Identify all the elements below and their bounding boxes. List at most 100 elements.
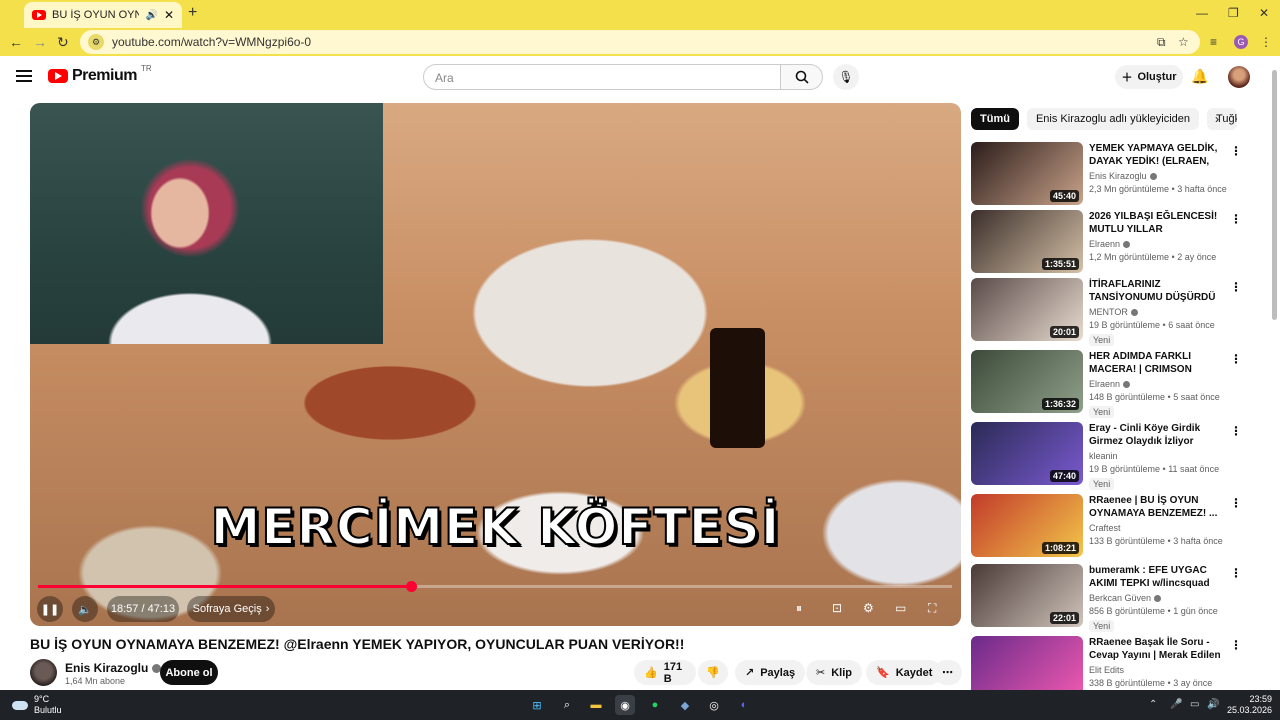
new-tab-button[interactable]: + — [188, 4, 197, 22]
save-button[interactable]: 🔖 Kaydet — [866, 660, 943, 685]
menu-hamburger-icon[interactable] — [16, 70, 32, 82]
recommended-video[interactable]: 47:40 Eray - Cinli Köye Girdik Girmez Ola… — [971, 422, 1261, 490]
video-title[interactable]: HER ADIMDA FARKLI MACERA! | CRIMSON DESE… — [1089, 350, 1227, 376]
audio-playing-icon[interactable]: 🔊 — [145, 10, 157, 21]
close-tab-icon[interactable]: ✕ — [164, 8, 174, 22]
video-thumbnail[interactable]: 47:40 — [971, 422, 1083, 485]
video-title[interactable]: RRaenee Başak İle Soru - Cevap Yayını | … — [1089, 636, 1227, 662]
more-vert-icon[interactable]: ⋮ — [1230, 638, 1242, 652]
file-explorer-icon[interactable]: ▬ — [586, 695, 606, 715]
more-vert-icon[interactable]: ⋮ — [1230, 566, 1242, 580]
settings-gear-icon[interactable]: ⚙ — [863, 601, 874, 615]
search-input[interactable]: Ara — [423, 64, 781, 90]
close-window-icon[interactable]: ✕ — [1259, 6, 1269, 20]
like-button[interactable]: 👍 171 B — [634, 660, 696, 685]
account-avatar[interactable] — [1228, 66, 1250, 88]
volume-button[interactable]: 🔈 — [72, 596, 98, 622]
search-button[interactable] — [781, 64, 823, 90]
video-thumbnail[interactable]: 1:35:51 — [971, 210, 1083, 273]
video-thumbnail[interactable]: 20:01 — [971, 278, 1083, 341]
miniplayer-icon[interactable]: ▭ — [895, 601, 906, 615]
chip-all[interactable]: Tümü — [971, 108, 1019, 130]
weather-widget[interactable]: 9°C Bulutlu — [12, 694, 62, 716]
browser-profile-avatar[interactable]: G — [1234, 35, 1248, 49]
channel-name[interactable]: Craftest — [1089, 523, 1121, 533]
more-actions-button[interactable]: ⋯ — [934, 660, 962, 685]
site-info-icon[interactable]: ⚙ — [88, 34, 104, 50]
tray-expand-icon[interactable]: ⌃ — [1149, 699, 1157, 710]
subscribe-button[interactable]: Abone ol — [160, 660, 218, 685]
network-icon[interactable]: ▭ — [1190, 699, 1199, 710]
video-thumbnail[interactable]: 22:01 — [971, 564, 1083, 627]
video-title[interactable]: İTİRAFLARINIZ TANSİYONUMU DÜŞÜRDÜ — [1089, 278, 1227, 304]
obs-icon[interactable]: ◎ — [704, 695, 724, 715]
microphone-tray-icon[interactable]: 🎤 — [1170, 699, 1182, 710]
recommended-video[interactable]: 45:40 YEMEK YAPMAYA GELDİK, DAYAK YEDİK! … — [971, 142, 1261, 208]
windows-start-icon[interactable]: ⊞ — [527, 695, 547, 715]
video-thumbnail[interactable]: 1:36:32 — [971, 350, 1083, 413]
scrubber-handle[interactable] — [405, 581, 417, 592]
recommended-video[interactable]: 1:35:51 2026 YILBAŞI EĞLENCESİ! MUTLU YIL… — [971, 210, 1261, 276]
channel-name[interactable]: MENTOR — [1089, 307, 1128, 317]
video-thumbnail[interactable]: 1:08:21 — [971, 494, 1083, 557]
channel-name[interactable]: kleanin — [1089, 451, 1118, 461]
system-clock[interactable]: 23:59 25.03.2026 — [1222, 694, 1272, 716]
chapter-button[interactable]: Sofraya Geçiş › — [187, 596, 275, 622]
page-scrollbar[interactable] — [1271, 60, 1278, 688]
channel-name[interactable]: Berkcan Güven — [1089, 593, 1151, 603]
video-title[interactable]: RRaenee | BU İŞ OYUN OYNAMAYA BENZEMEZ! … — [1089, 494, 1227, 520]
notifications-bell-icon[interactable]: 🔔 — [1191, 68, 1208, 85]
youtube-premium-logo[interactable]: Premium TR — [48, 64, 152, 85]
back-icon[interactable]: ← — [9, 34, 23, 50]
more-vert-icon[interactable]: ⋮ — [1230, 212, 1242, 226]
recommended-video[interactable]: 1:36:32 HER ADIMDA FARKLI MACERA! | CRIMS… — [971, 350, 1261, 418]
install-app-icon[interactable]: ⧉ — [1157, 35, 1166, 50]
scrollbar-thumb[interactable] — [1272, 70, 1277, 320]
fullscreen-icon[interactable]: ⛶ — [928, 601, 936, 616]
restore-window-icon[interactable]: ❐ — [1228, 6, 1239, 20]
pause-button[interactable]: ❚❚ — [37, 596, 63, 622]
channel-name[interactable]: Elraenn — [1089, 379, 1120, 389]
recommended-video[interactable]: 22:01 bumeramk : EFE UYGAC AKIMI TEPKI w/… — [971, 564, 1261, 632]
more-vert-icon[interactable]: ⋮ — [1230, 496, 1242, 510]
video-player[interactable]: MERCİMEK KÖFTESİ ❚❚ 🔈 18:57 / 47:13 Sofr… — [30, 103, 961, 626]
video-thumbnail[interactable]: 45:40 — [971, 142, 1083, 205]
channel-name-link[interactable]: Enis Kirazoglu — [65, 661, 162, 675]
forward-icon[interactable]: → — [33, 34, 47, 50]
chip-from-uploader[interactable]: Enis Kirazoglu adlı yükleyiciden — [1026, 108, 1200, 130]
channel-name[interactable]: Elit Edits — [1089, 665, 1124, 675]
clip-button[interactable]: ✂ Klip — [806, 660, 862, 685]
chrome-menu-icon[interactable]: ⋮ — [1260, 35, 1272, 49]
dislike-button[interactable]: 👎 — [698, 660, 728, 685]
app-icon[interactable]: ◆ — [675, 695, 695, 715]
video-title[interactable]: 2026 YILBAŞI EĞLENCESİ! MUTLU YILLAR — [1089, 210, 1227, 236]
more-vert-icon[interactable]: ⋮ — [1230, 280, 1242, 294]
media-control-icon[interactable]: ≡ — [1210, 35, 1217, 49]
recommended-video[interactable]: 20:01 İTİRAFLARINIZ TANSİYONUMU DÜŞÜRDÜ ME… — [971, 278, 1261, 346]
minimize-window-icon[interactable]: — — [1196, 6, 1208, 20]
more-vert-icon[interactable]: ⋮ — [1230, 144, 1242, 158]
taskbar-search-icon[interactable]: ⌕ — [557, 695, 577, 715]
discord-icon[interactable]: ◐ — [734, 695, 754, 715]
create-button[interactable]: ＋ Oluştur — [1115, 65, 1183, 89]
share-button[interactable]: ↗ Paylaş — [735, 660, 806, 685]
channel-name[interactable]: Elraenn — [1089, 239, 1120, 249]
more-vert-icon[interactable]: ⋮ — [1230, 352, 1242, 366]
autoplay-toggle-icon[interactable]: ⏸ — [796, 601, 802, 616]
address-bar[interactable]: ⚙ youtube.com/watch?v=WMNgzpi6o-0 — [80, 30, 1200, 54]
chrome-icon[interactable]: ◉ — [615, 695, 635, 715]
chips-next-chevron-icon[interactable]: › — [1215, 112, 1219, 126]
volume-tray-icon[interactable]: 🔊 — [1207, 699, 1219, 710]
subtitles-icon[interactable]: ⊡ — [832, 601, 842, 615]
chip-tugka[interactable]: Tuğka — [1207, 108, 1238, 130]
progress-bar[interactable] — [38, 581, 952, 592]
reload-icon[interactable]: ↻ — [57, 34, 69, 51]
more-vert-icon[interactable]: ⋮ — [1230, 424, 1242, 438]
video-title[interactable]: bumeramk : EFE UYGAC AKIMI TEPKI w/lincs… — [1089, 564, 1227, 590]
channel-avatar[interactable] — [30, 659, 57, 686]
browser-tab[interactable]: BU İŞ OYUN OYNAMAYA BENZEMEZ! 🔊 ✕ — [24, 2, 182, 28]
recommended-video[interactable]: 1:08:21 RRaenee | BU İŞ OYUN OYNAMAYA BEN… — [971, 494, 1261, 560]
video-title[interactable]: Eray - Cinli Köye Girdik Girmez Olaydık … — [1089, 422, 1227, 448]
voice-search-mic-icon[interactable]: 🎙 — [833, 64, 859, 90]
video-title[interactable]: YEMEK YAPMAYA GELDİK, DAYAK YEDİK! (ELRA… — [1089, 142, 1227, 168]
